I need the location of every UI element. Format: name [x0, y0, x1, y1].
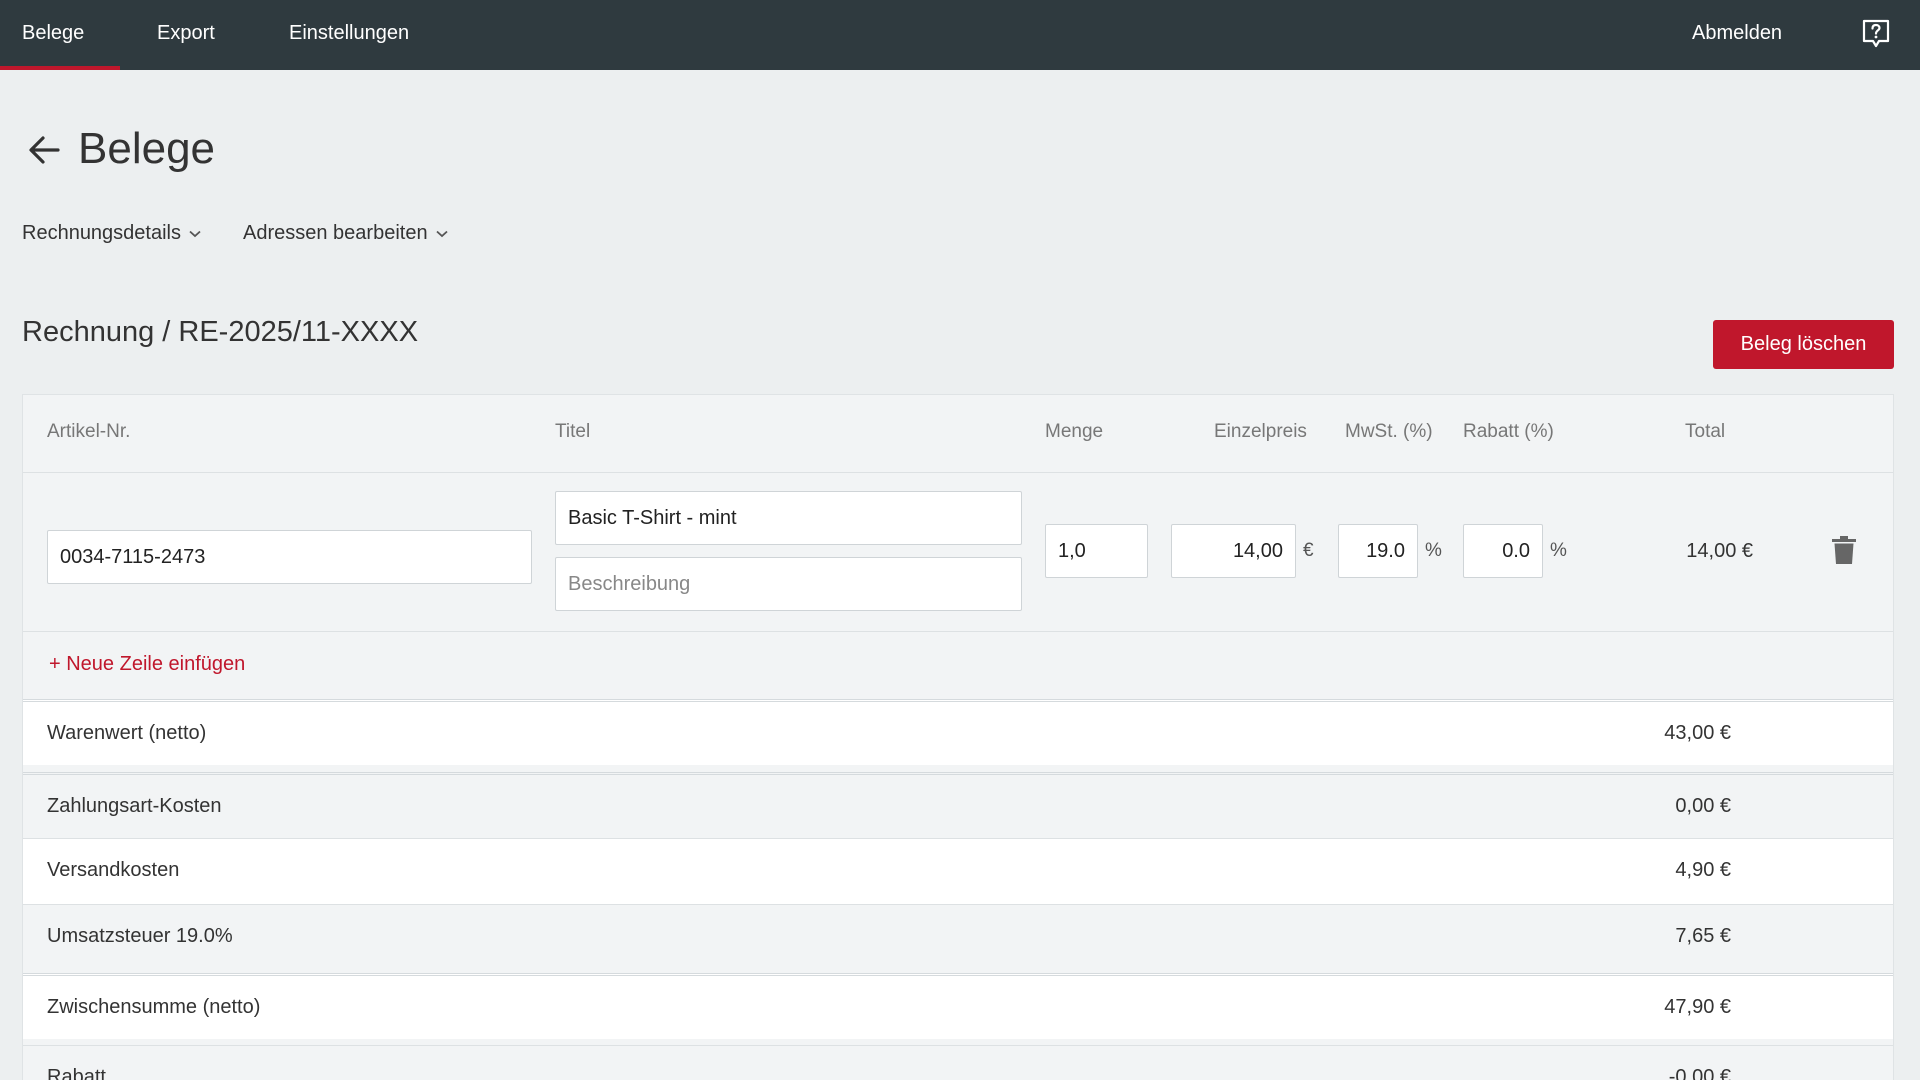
chevron-down-icon — [189, 230, 201, 237]
add-row-link[interactable]: + Neue Zeile einfügen — [49, 653, 245, 676]
summary-value: 7,65 € — [1675, 925, 1731, 947]
quantity-input[interactable] — [1045, 524, 1148, 578]
column-header-unit-price: Einzelpreis — [1214, 421, 1307, 442]
summary-row-vat: Umsatzsteuer 19.0% 7,65 € — [23, 904, 1893, 970]
row-divider — [23, 631, 1893, 632]
item-description-input[interactable] — [555, 557, 1022, 611]
discount-input[interactable] — [1463, 524, 1543, 578]
tab-export[interactable]: Export — [157, 0, 215, 70]
summary-label: Versandkosten — [47, 859, 180, 881]
summary-value: 43,00 € — [1664, 722, 1731, 744]
line-items-card: Artikel-Nr. Titel Menge Einzelpreis MwSt… — [22, 394, 1894, 1080]
vat-percent-unit: % — [1425, 540, 1442, 561]
tab-belege[interactable]: Belege — [0, 0, 121, 70]
column-header-discount: Rabatt (%) — [1463, 421, 1554, 442]
summary-value: 4,90 € — [1675, 859, 1731, 881]
trash-icon[interactable] — [1831, 535, 1857, 565]
invoice-details-dropdown[interactable]: Rechnungsdetails — [22, 222, 201, 245]
top-navigation-bar: Belege Export Einstellungen Abmelden — [0, 0, 1920, 70]
column-header-quantity: Menge — [1045, 421, 1104, 442]
item-title-input[interactable] — [555, 491, 1022, 545]
currency-unit: € — [1303, 540, 1314, 561]
page-title: Belege — [78, 124, 216, 173]
edit-addresses-label: Adressen bearbeiten — [243, 222, 428, 244]
vat-input[interactable] — [1338, 524, 1418, 578]
tab-einstellungen[interactable]: Einstellungen — [289, 0, 409, 70]
column-header-vat: MwSt. (%) — [1345, 421, 1433, 442]
help-bubble-icon[interactable] — [1860, 18, 1892, 50]
delete-document-button[interactable]: Beleg löschen — [1713, 320, 1894, 369]
summary-value: 47,90 € — [1664, 996, 1731, 1018]
chevron-down-icon — [435, 230, 448, 237]
column-header-article-no: Artikel-Nr. — [47, 421, 131, 442]
logout-link[interactable]: Abmelden — [1692, 0, 1782, 70]
header-divider — [23, 472, 1893, 473]
summary-row-shipping: Versandkosten 4,90 € — [23, 838, 1893, 904]
summary-label: Warenwert (netto) — [47, 722, 207, 744]
row-total: 14,00 € — [1686, 540, 1753, 562]
summary-row-subtotal: Zwischensumme (netto) 47,90 € — [23, 973, 1893, 1039]
summary-row-discount: Rabatt -0,00 € — [23, 1045, 1893, 1080]
discount-percent-unit: % — [1550, 540, 1567, 561]
arrow-left-icon[interactable] — [26, 132, 62, 168]
unit-price-input[interactable] — [1171, 524, 1296, 578]
summary-label: Zwischensumme (netto) — [47, 996, 261, 1018]
column-header-total: Total — [1685, 421, 1726, 442]
summary-row-net-goods: Warenwert (netto) 43,00 € — [23, 699, 1893, 765]
article-number-input[interactable] — [47, 530, 532, 584]
summary-label: Zahlungsart-Kosten — [47, 795, 222, 817]
column-header-title: Titel — [555, 421, 591, 442]
summary-value: -0,00 € — [1668, 1066, 1731, 1080]
document-title: Rechnung / RE-2025/11-XXXX — [22, 316, 419, 348]
edit-addresses-dropdown[interactable]: Adressen bearbeiten — [243, 222, 448, 245]
summary-value: 0,00 € — [1675, 795, 1731, 817]
summary-label: Umsatzsteuer 19.0% — [47, 925, 233, 947]
summary-row-payment-costs: Zahlungsart-Kosten 0,00 € — [23, 772, 1893, 838]
invoice-details-label: Rechnungsdetails — [22, 222, 181, 244]
summary-label: Rabatt — [47, 1066, 106, 1080]
